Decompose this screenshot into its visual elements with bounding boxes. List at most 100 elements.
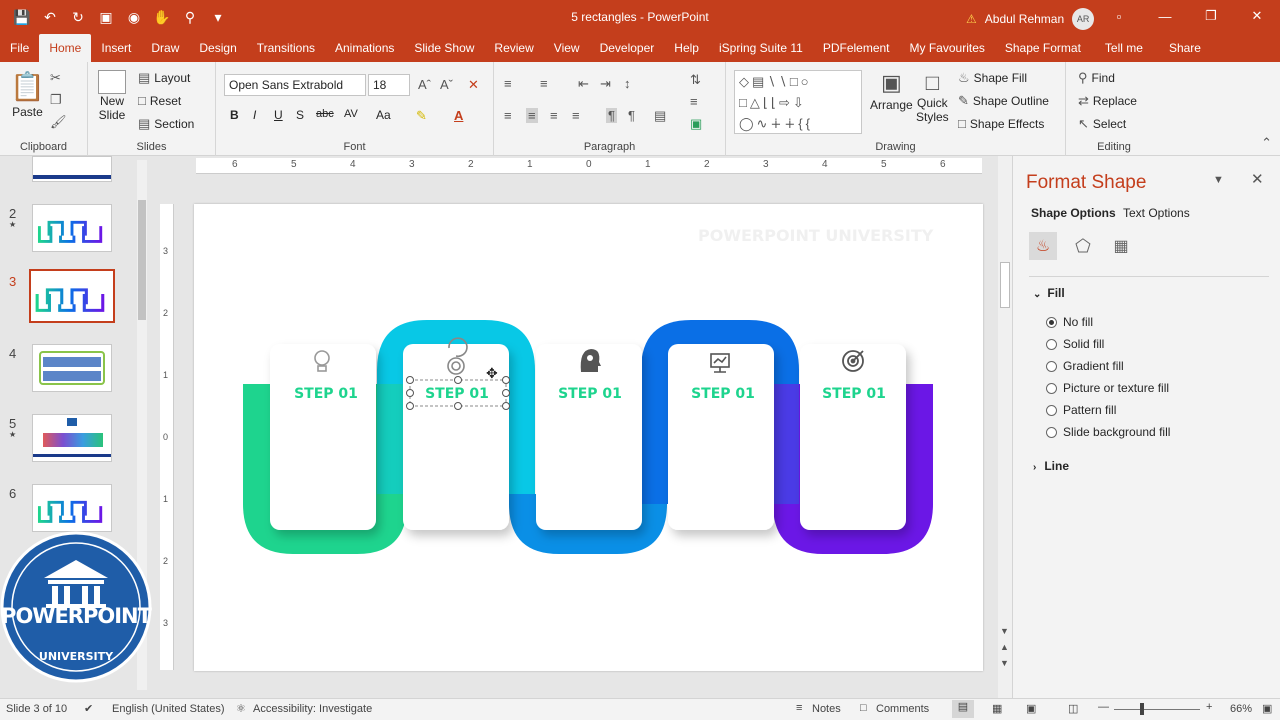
line-section-header[interactable]: › Line bbox=[1033, 459, 1069, 473]
arrange-button[interactable]: ▣ Arrange bbox=[870, 70, 913, 112]
fill-radio-pattern-fill[interactable] bbox=[1046, 405, 1057, 416]
tab-help[interactable]: Help bbox=[664, 34, 709, 62]
italic-button[interactable]: I bbox=[253, 108, 256, 122]
tab-animations[interactable]: Animations bbox=[325, 34, 404, 62]
next-slide-icon[interactable]: ▼ bbox=[1000, 658, 1009, 668]
zoom-out-icon[interactable]: — bbox=[1098, 701, 1109, 713]
shape-effects-button[interactable]: □ Shape Effects bbox=[958, 116, 1044, 131]
bold-button[interactable]: B bbox=[230, 108, 239, 122]
fill-radio-slide-background-fill[interactable] bbox=[1046, 427, 1057, 438]
select-button[interactable]: ↖ Select bbox=[1078, 116, 1126, 132]
zoom-level[interactable]: 66% bbox=[1230, 703, 1252, 715]
prev-slide-icon[interactable]: ▲ bbox=[1000, 642, 1009, 652]
slide-thumbnail-6[interactable] bbox=[32, 484, 112, 532]
tab-home[interactable]: Home bbox=[39, 34, 92, 62]
tab-slide-show[interactable]: Slide Show bbox=[404, 34, 484, 62]
fill-option-label[interactable]: Solid fill bbox=[1063, 337, 1104, 351]
fill-section-header[interactable]: ⌄ Fill bbox=[1033, 286, 1065, 300]
copy-icon[interactable]: ❐ bbox=[50, 92, 62, 108]
reading-view-icon[interactable]: ▣ bbox=[1026, 702, 1036, 715]
effects-pentagon-icon[interactable]: ⬠ bbox=[1069, 232, 1097, 260]
minimize-icon[interactable]: — bbox=[1142, 0, 1188, 32]
columns-icon[interactable]: ▤ bbox=[654, 108, 666, 124]
fill-radio-solid-fill[interactable] bbox=[1046, 339, 1057, 350]
step-label-4[interactable]: STEP 01 bbox=[691, 386, 755, 402]
zoom-slider-thumb[interactable] bbox=[1140, 703, 1144, 715]
tab-tell-me[interactable]: Tell me bbox=[1095, 34, 1153, 62]
text-direction-icon[interactable]: ⇅ bbox=[690, 72, 701, 88]
fill-option-label[interactable]: No fill bbox=[1063, 315, 1093, 329]
reset-button[interactable]: □ Reset bbox=[138, 93, 181, 108]
justify-icon[interactable]: ≡ bbox=[572, 108, 580, 123]
collapse-ribbon-icon[interactable]: ⌃ bbox=[1261, 135, 1272, 151]
section-button[interactable]: ▤ Section bbox=[138, 116, 194, 132]
new-slide-button[interactable]: New Slide bbox=[98, 70, 126, 122]
comments-button[interactable]: Comments bbox=[876, 703, 929, 715]
step-label-1[interactable]: STEP 01 bbox=[294, 386, 358, 402]
pane-options-icon[interactable]: ▼ bbox=[1213, 174, 1224, 186]
tab-insert[interactable]: Insert bbox=[91, 34, 141, 62]
char-spacing-button[interactable]: AV bbox=[344, 108, 358, 120]
close-icon[interactable]: ✕ bbox=[1234, 0, 1280, 32]
quick-styles-button[interactable]: □ Quick Styles bbox=[916, 70, 949, 124]
tab-file[interactable]: File bbox=[0, 34, 39, 62]
tab-design[interactable]: Design bbox=[189, 34, 246, 62]
size-properties-icon[interactable]: ▦ bbox=[1107, 232, 1135, 260]
fill-option-label[interactable]: Slide background fill bbox=[1063, 425, 1170, 439]
tab-transitions[interactable]: Transitions bbox=[247, 34, 325, 62]
font-size-input[interactable]: 18 bbox=[368, 74, 410, 96]
slide-counter[interactable]: Slide 3 of 10 bbox=[6, 703, 67, 715]
tab-view[interactable]: View bbox=[544, 34, 590, 62]
accessibility-icon[interactable]: ⚛ bbox=[236, 702, 246, 715]
slide-thumbnail-1[interactable] bbox=[32, 156, 112, 182]
normal-view-icon[interactable]: ▤ bbox=[952, 700, 974, 718]
slide-sorter-icon[interactable]: ▦ bbox=[992, 702, 1002, 715]
increase-indent-icon[interactable]: ⇥ bbox=[600, 76, 611, 92]
tab-shape-options[interactable]: Shape Options bbox=[1031, 206, 1116, 220]
slide-canvas[interactable]: POWERPOINT UNIVERSITY STEP 01 STEP 01 ST… bbox=[194, 204, 983, 671]
slide-thumbnail-4[interactable] bbox=[32, 344, 112, 392]
bullets-icon[interactable]: ≡ bbox=[504, 76, 512, 91]
maximize-icon[interactable]: ❐ bbox=[1188, 0, 1234, 32]
replace-button[interactable]: ⇄ Replace bbox=[1078, 93, 1137, 109]
step-card-1[interactable] bbox=[270, 344, 376, 530]
numbering-icon[interactable]: ≡ bbox=[540, 76, 548, 91]
tab-pdfelement[interactable]: PDFelement bbox=[813, 34, 900, 62]
smartart-icon[interactable]: ▣ bbox=[690, 116, 702, 132]
slide-scrollbar[interactable]: ▼ ▲ ▼ bbox=[998, 156, 1012, 698]
format-painter-icon[interactable]: 🖌 bbox=[50, 114, 67, 130]
underline-button[interactable]: U bbox=[274, 108, 283, 122]
fill-option-label[interactable]: Gradient fill bbox=[1063, 359, 1124, 373]
layout-button[interactable]: ▤ Layout bbox=[138, 70, 190, 86]
tab-shape-format[interactable]: Shape Format bbox=[995, 34, 1091, 62]
fill-radio-no-fill[interactable] bbox=[1046, 317, 1057, 328]
accessibility-status[interactable]: Accessibility: Investigate bbox=[253, 703, 372, 715]
tab-text-options[interactable]: Text Options bbox=[1123, 206, 1190, 220]
tab-draw[interactable]: Draw bbox=[141, 34, 189, 62]
shapes-gallery[interactable]: ◇▤∖∖□○ □△⌊⌊⇨⇩ ◯∿∔∔{{ bbox=[734, 70, 862, 134]
fill-line-icon[interactable]: ♨ bbox=[1029, 232, 1057, 260]
font-name-input[interactable]: Open Sans Extrabold bbox=[224, 74, 366, 96]
clear-format-icon[interactable]: ✕ bbox=[468, 77, 479, 93]
paste-button[interactable]: 📋 Paste bbox=[10, 70, 45, 119]
tab-review[interactable]: Review bbox=[484, 34, 543, 62]
zoom-in-icon[interactable]: + bbox=[1206, 701, 1212, 713]
increase-font-icon[interactable]: Aˆ bbox=[418, 77, 431, 92]
tab-developer[interactable]: Developer bbox=[590, 34, 665, 62]
pane-close-icon[interactable]: ✕ bbox=[1251, 170, 1264, 188]
avatar[interactable]: AR bbox=[1072, 8, 1095, 30]
step-label-3[interactable]: STEP 01 bbox=[558, 386, 622, 402]
fill-radio-gradient-fill[interactable] bbox=[1046, 361, 1057, 372]
rtl-icon[interactable]: ¶ bbox=[628, 108, 635, 123]
highlight-icon[interactable]: ✎ bbox=[416, 108, 427, 124]
user-account[interactable]: ⚠ Abdul Rehman AR bbox=[966, 8, 1095, 30]
zoom-slider[interactable] bbox=[1114, 709, 1200, 710]
tab-ispring-suite-11[interactable]: iSpring Suite 11 bbox=[709, 34, 813, 62]
tab-my-favourites[interactable]: My Favourites bbox=[900, 34, 995, 62]
change-case-button[interactable]: Aa bbox=[376, 108, 391, 122]
line-spacing-icon[interactable]: ↕ bbox=[624, 76, 631, 91]
shadow-button[interactable]: S bbox=[296, 108, 304, 122]
ribbon-display-icon[interactable]: ▫ bbox=[1096, 0, 1142, 32]
fit-slide-icon[interactable]: ▣ bbox=[1262, 702, 1272, 715]
decrease-indent-icon[interactable]: ⇤ bbox=[578, 76, 589, 92]
